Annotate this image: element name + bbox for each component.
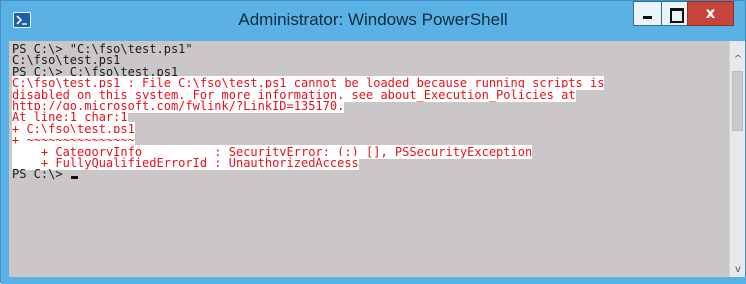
- scroll-thumb[interactable]: [732, 71, 743, 131]
- error-line: + FullyQualifiedErrorId : UnauthorizedAc…: [12, 155, 604, 170]
- minimize-icon: [634, 2, 661, 25]
- console-line-text: PS C:\>: [12, 167, 70, 182]
- scroll-down-arrow-icon[interactable]: v: [730, 263, 746, 277]
- console-lines: PS C:\> "C:\fso\test.ps1" C:\fso\test.ps1…: [12, 43, 605, 182]
- maximize-icon: [662, 2, 687, 25]
- text-cursor: [70, 176, 78, 180]
- vertical-scrollbar[interactable]: ^ v: [729, 41, 745, 277]
- prompt-line: PS C:\>: [12, 167, 604, 182]
- title-bar[interactable]: Administrator: Windows PowerShell x: [1, 1, 745, 41]
- close-button[interactable]: x: [687, 1, 734, 26]
- powershell-window: Administrator: Windows PowerShell x PS C…: [0, 0, 746, 284]
- minimize-button[interactable]: [633, 1, 662, 26]
- scroll-up-arrow-icon[interactable]: ^: [730, 53, 746, 67]
- console-output[interactable]: PS C:\> "C:\fso\test.ps1" C:\fso\test.ps1…: [9, 41, 729, 277]
- close-icon: x: [705, 4, 716, 22]
- maximize-button[interactable]: [661, 1, 688, 26]
